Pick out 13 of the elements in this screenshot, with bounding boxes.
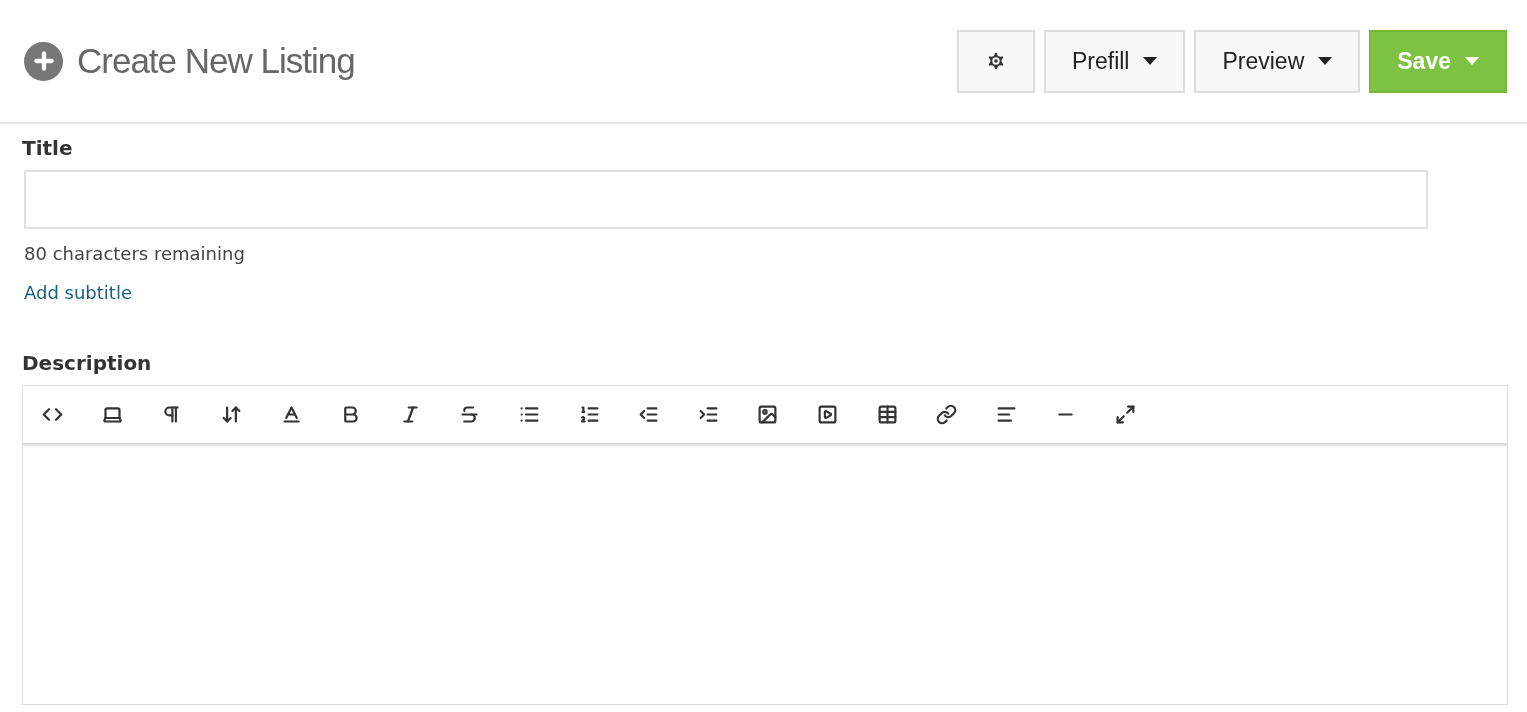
field-label: Title [22, 136, 74, 160]
dropdown-button[interactable]: Preview [1194, 29, 1361, 93]
settings-button[interactable] [956, 29, 1035, 93]
page-title: Create New Listing [77, 41, 355, 81]
character-counter: 80 characters remaining [24, 243, 246, 264]
caret-icon [1143, 57, 1158, 65]
caret-icon [1465, 57, 1479, 65]
caret-icon [1318, 57, 1333, 65]
add-subtitle-link[interactable]: Add subtitle [24, 282, 132, 303]
dropdown-button[interactable]: Prefill [1043, 29, 1186, 93]
plus-icon [24, 41, 63, 81]
field-label: Description [22, 351, 153, 375]
title-input[interactable] [24, 170, 1428, 229]
